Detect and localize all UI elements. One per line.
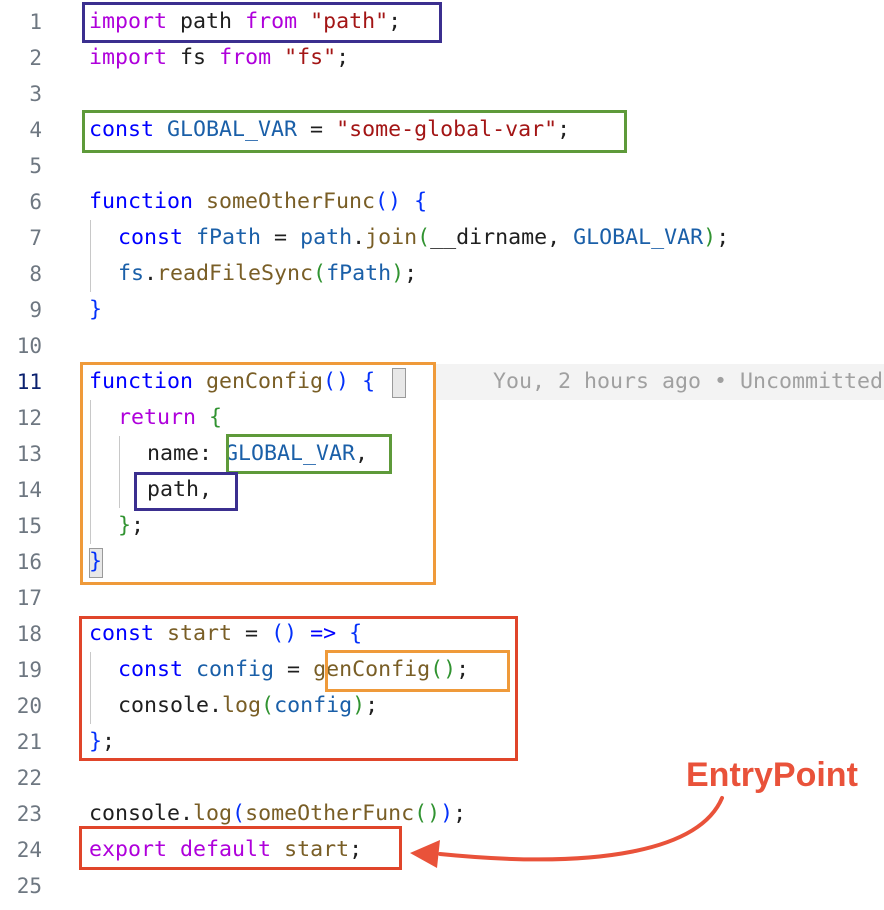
- entrypoint-arrow: [410, 796, 724, 868]
